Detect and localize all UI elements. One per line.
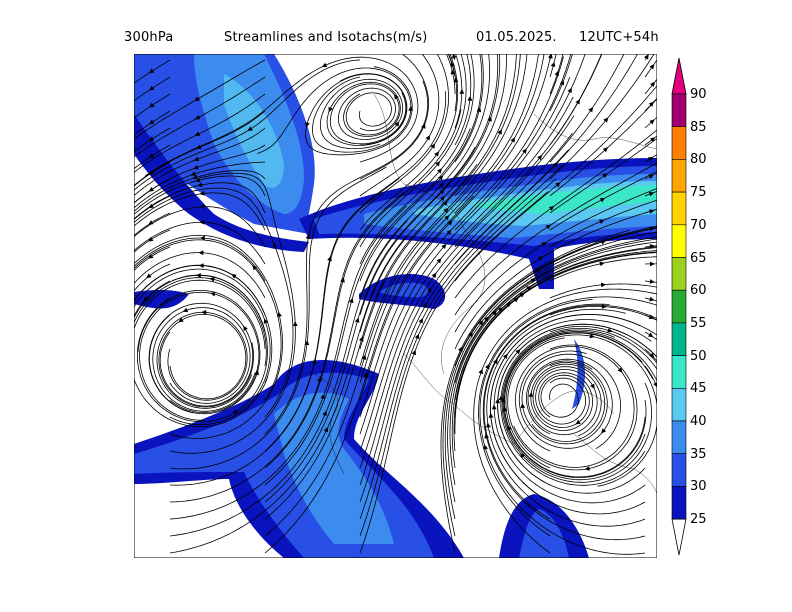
colorbar-swatch [671,387,687,422]
colorbar-label: 40 [690,414,707,429]
colorbar-swatch [671,289,687,324]
colorbar-label: 65 [690,250,707,266]
forecast-run: 12UTC+54h [579,30,659,45]
colorbar-label: 75 [690,185,707,201]
colorbar-swatch [671,322,687,356]
colorbar-swatch [671,93,687,128]
colorbar-swatch [671,355,687,389]
colorbar-label: 30 [690,479,707,495]
pressure-level: 300hPa [124,30,174,45]
colorbar-swatch [671,191,687,226]
colorbar-swatch [671,126,687,160]
colorbar-label: 25 [690,512,707,528]
colorbar-label: 60 [690,283,707,299]
colorbar-label: 80 [690,152,707,168]
isotach-colorbar: 90 85 80 75 70 65 60 55 50 45 40 35 30 25 [668,58,728,558]
colorbar-label: 35 [690,446,707,462]
colorbar-label: 70 [690,217,707,233]
colorbar-label: 90 [690,87,707,102]
colorbar-label: 55 [690,315,707,331]
colorbar-swatch [671,224,687,258]
colorbar-swatch [671,486,687,520]
colorbar-label: 85 [690,119,707,135]
forecast-date: 01.05.2025. [476,30,557,45]
colorbar-label: 50 [690,348,707,364]
map-title: Streamlines and Isotachs(m/s) [224,30,428,45]
colorbar-swatches [671,58,687,556]
colorbar-swatch [671,159,687,193]
colorbar-top-arrow [671,58,687,95]
colorbar-swatch [671,453,687,487]
streamline-map [134,54,657,558]
colorbar-swatch [671,420,687,455]
colorbar-bottom-arrow [671,518,687,556]
colorbar-swatch [671,257,687,291]
colorbar-label: 45 [690,381,707,397]
map-header: 300hPa Streamlines and Isotachs(m/s) 01.… [124,30,664,48]
map-panel [134,54,657,558]
